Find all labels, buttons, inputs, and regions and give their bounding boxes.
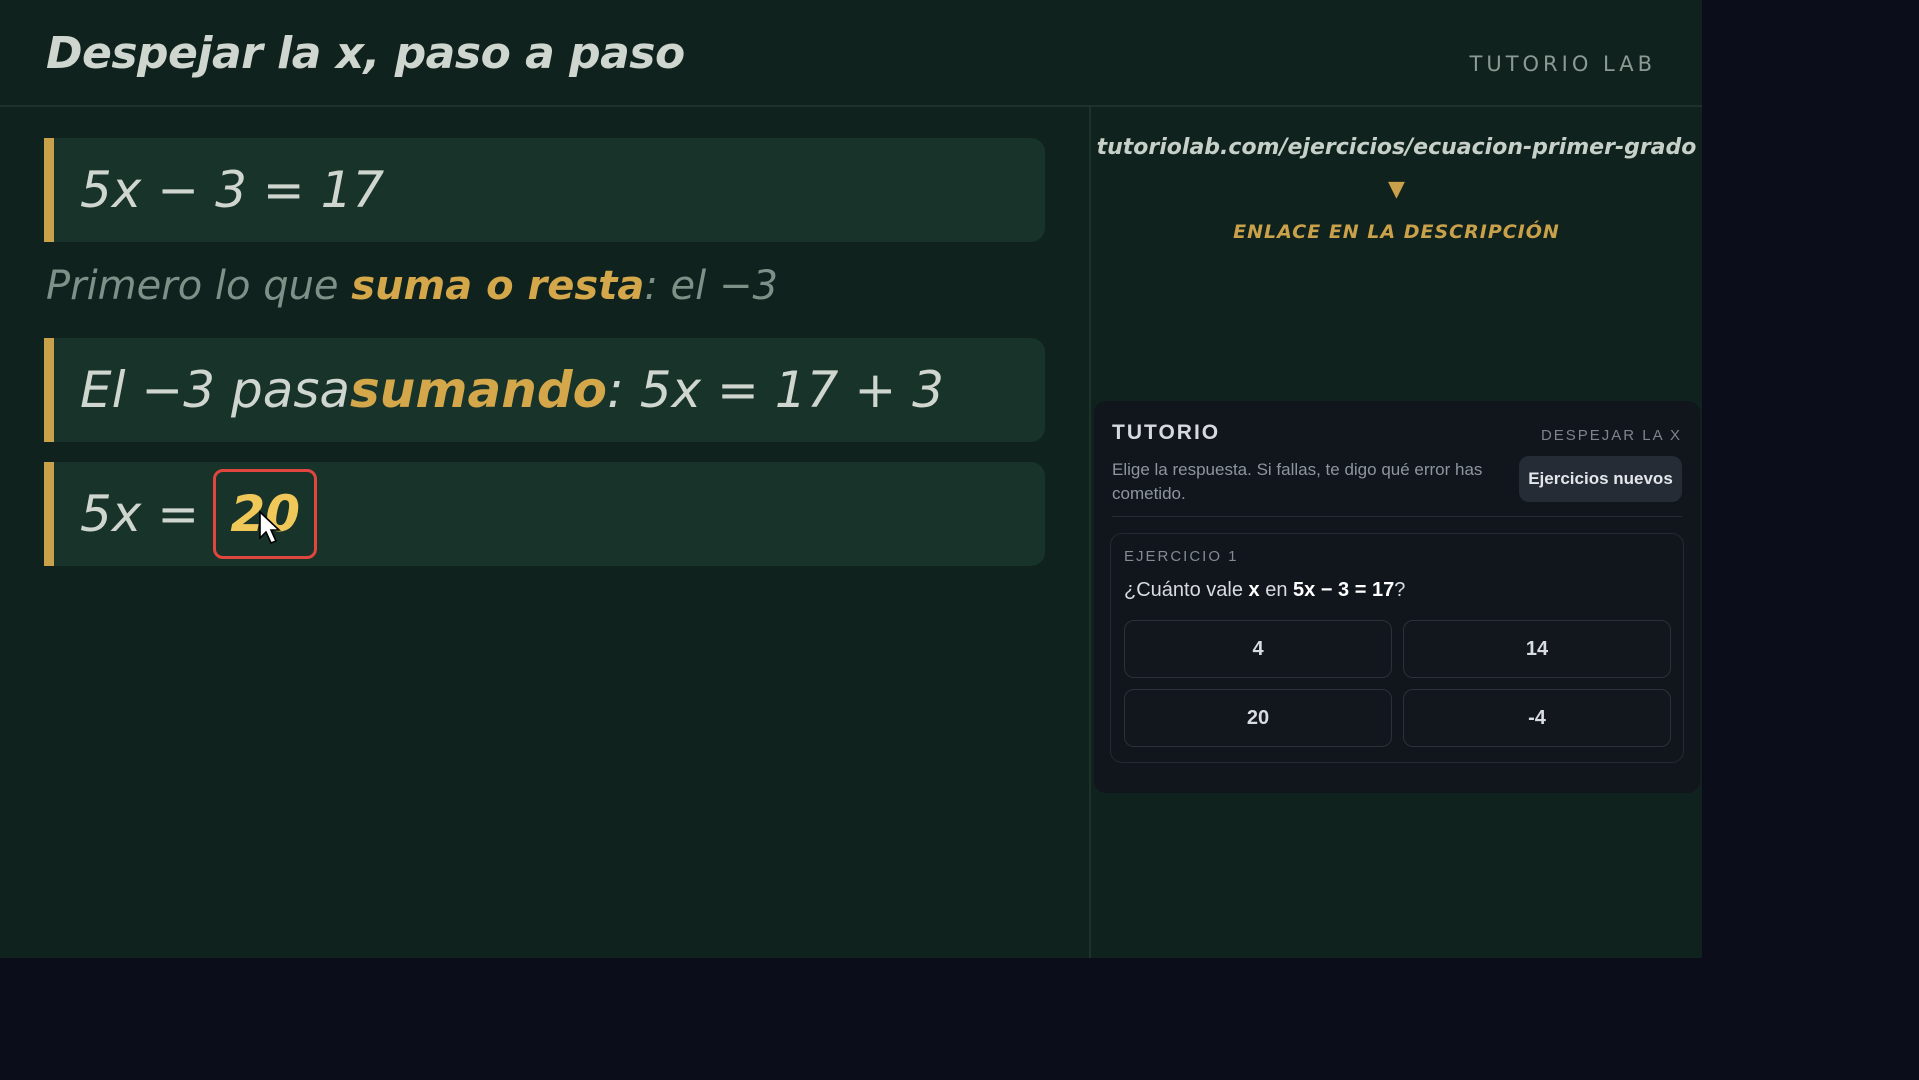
panel-tag: DESPEJAR LA X [1540,427,1682,444]
answer-option-1[interactable]: 4 [1124,620,1392,678]
exercise-url: tutoriolab.com/ejercicios/ecuacion-prime… [1096,135,1697,160]
brand-logo: TUTORIO LAB [1469,52,1656,76]
question-part: ¿Cuánto vale [1124,579,1249,601]
promo-area: tutoriolab.com/ejercicios/ecuacion-prime… [1091,107,1702,397]
question-part: ? [1394,579,1406,601]
equation-step-3: 5x = 20 [44,462,1045,566]
step-note: Primero lo que suma o resta: el −3 [46,263,778,309]
answer-option-4[interactable]: -4 [1403,689,1671,747]
answer-highlight-box: 20 [213,469,318,559]
question-equation: 5x − 3 = 17 [1293,579,1395,601]
question-part: en [1259,579,1293,601]
tutor-panel: TUTORIO DESPEJAR LA X Elige la respuesta… [1094,401,1700,793]
eq3-prefix: 5x = [80,485,200,543]
equation-step-2: El −3 pasa sumando: 5x = 17 + 3 [44,338,1045,442]
equation-text: 5x − 3 = 17 [80,161,385,219]
mouse-cursor-icon [259,510,282,545]
eq2-prefix: El −3 pasa [80,361,351,419]
panel-description: Elige la respuesta. Si fallas, te digo q… [1112,460,1483,503]
question-variable: x [1248,579,1260,601]
steps-area: 5x − 3 = 17 Primero lo que suma o resta:… [0,107,1091,958]
exercise-card: EJERCICIO 1 ¿Cuánto vale x en 5x − 3 = 1… [1110,533,1684,763]
eq2-highlight: sumando [350,361,607,419]
exercise-question: ¿Cuánto vale x en 5x − 3 = 17? [1124,579,1405,602]
panel-title: TUTORIO [1112,421,1221,444]
equation-step-1: 5x − 3 = 17 [44,138,1045,242]
answer-option-2[interactable]: 14 [1403,620,1671,678]
divider [1112,516,1682,517]
note-highlight: suma o resta [351,263,645,309]
answer-option-3[interactable]: 20 [1124,689,1392,747]
note-suffix: : el −3 [644,263,778,309]
exercise-label: EJERCICIO 1 [1124,548,1239,565]
link-note: ENLACE EN LA DESCRIPCIÓN [1233,221,1560,243]
header: Despejar la x, paso a paso TUTORIO LAB [0,0,1702,107]
note-prefix: Primero lo que [46,263,352,309]
arrow-down-icon: ▼ [1388,177,1405,202]
page-title: Despejar la x, paso a paso [46,28,685,79]
new-exercises-button[interactable]: Ejercicios nuevos [1519,456,1682,502]
eq2-suffix: : 5x = 17 + 3 [606,361,944,419]
